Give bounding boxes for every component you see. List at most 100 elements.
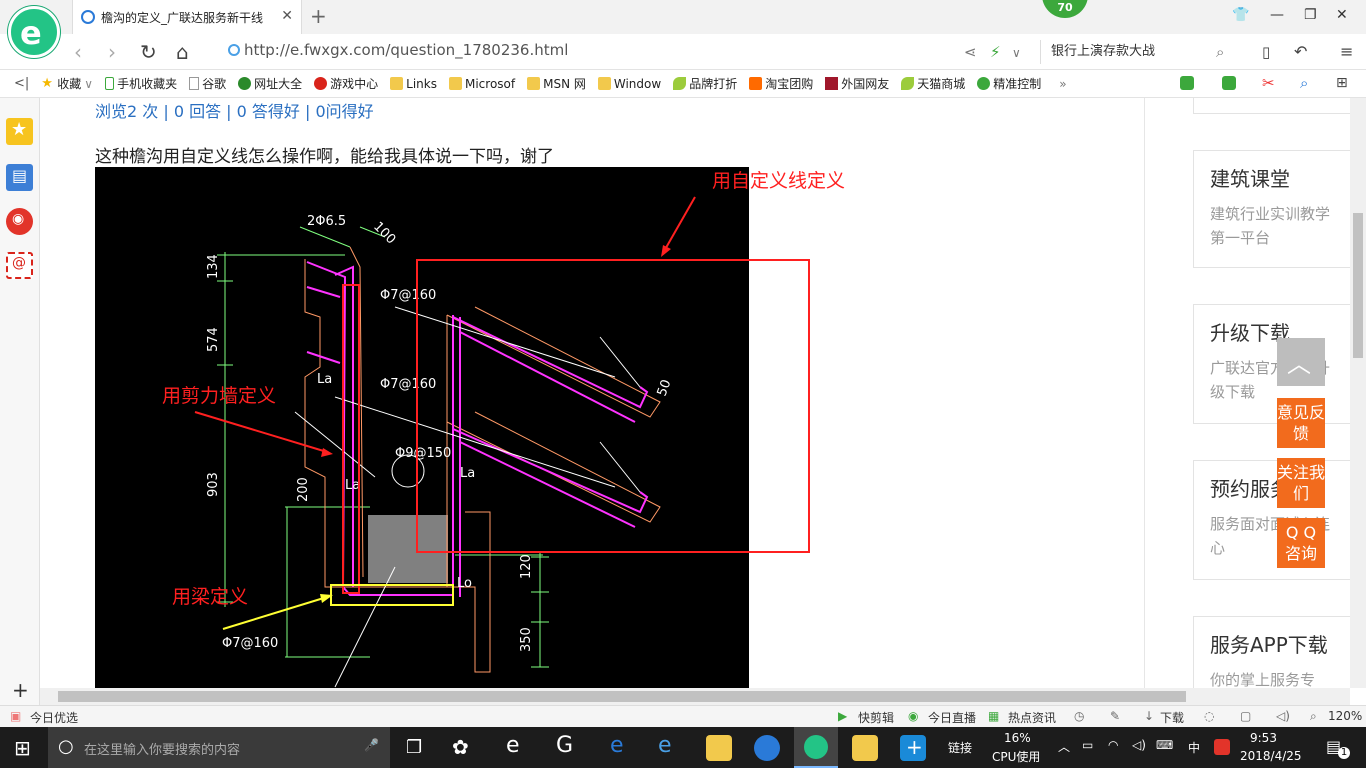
card-building-class[interactable]: 建筑课堂 建筑行业实训教学第一平台 <box>1193 150 1350 268</box>
plus-app-icon[interactable]: + <box>900 735 926 761</box>
weibo-icon[interactable]: ◉ <box>6 208 33 235</box>
fan-app-icon[interactable]: ✿ <box>452 735 469 759</box>
speed-icon[interactable]: ◷ <box>1074 709 1084 723</box>
ime-indicator[interactable]: 中 <box>1188 739 1200 756</box>
tray-expand-icon[interactable]: ︿ <box>1058 738 1070 755</box>
battery-icon[interactable]: ▭ <box>1082 738 1093 752</box>
qq-consult-button[interactable]: Q Q 咨询 <box>1277 518 1325 568</box>
new-tab-icon[interactable]: + <box>310 4 327 28</box>
bookmark-mobile[interactable]: 手机收藏夹 <box>105 75 177 92</box>
glodon-app-icon[interactable] <box>754 735 780 761</box>
more-bookmarks-icon[interactable]: » <box>1059 77 1066 91</box>
wifi-icon[interactable]: ◠ <box>1108 738 1118 752</box>
microphone-icon[interactable]: 🎤 <box>364 738 379 752</box>
tray-links[interactable]: 链接 <box>948 739 972 756</box>
browser-logo-icon[interactable]: e <box>8 6 60 58</box>
phone-icon[interactable]: ▯ <box>1262 43 1270 61</box>
undo-icon[interactable]: ↶ <box>1294 42 1307 61</box>
back-icon[interactable]: ‹ <box>74 40 82 64</box>
add-sidebar-icon[interactable]: + <box>12 678 29 702</box>
maximize-icon[interactable]: ❐ <box>1304 7 1317 23</box>
tool-icon[interactable]: ✎ <box>1110 709 1120 723</box>
collapse-sidebar-icon[interactable]: <| <box>14 76 29 91</box>
scissors-icon[interactable]: ✂ <box>1262 74 1275 92</box>
chevron-down-icon[interactable]: ∨ <box>1012 46 1021 60</box>
bookmark-tmall[interactable]: 天猫商城 <box>901 75 965 92</box>
translate-icon[interactable] <box>1222 76 1236 90</box>
keyboard-icon[interactable]: ⌨ <box>1156 738 1173 752</box>
ie-mode-icon[interactable]: ◌ <box>1204 709 1214 723</box>
bookmark-game-center[interactable]: 游戏中心 <box>314 75 378 92</box>
forward-icon[interactable]: › <box>108 40 116 64</box>
bookmark-brand-discount[interactable]: 品牌打折 <box>673 75 737 92</box>
bookmark-foreign-friends[interactable]: 外国网友 <box>825 75 889 92</box>
share-icon[interactable]: ⋖ <box>964 43 977 61</box>
bookmark-microsoft[interactable]: Microsof <box>448 77 515 91</box>
vertical-scroll-thumb[interactable] <box>1353 213 1363 358</box>
download-link[interactable]: 下载 <box>1160 709 1184 726</box>
favorites-star-icon[interactable]: ★ <box>6 118 33 145</box>
active-browser-task[interactable] <box>794 727 838 768</box>
tab-close-icon[interactable]: ✕ <box>281 8 293 24</box>
card-app-download[interactable]: 服务APP下载 你的掌上服务专 <box>1193 616 1350 688</box>
edge-blue-icon[interactable]: e <box>610 733 624 758</box>
horizontal-scrollbar[interactable] <box>40 688 1350 705</box>
clock-date[interactable]: 2018/4/25 <box>1240 749 1302 763</box>
task-view-icon[interactable]: ❐ <box>406 737 422 758</box>
search-tool-icon[interactable]: ⌕ <box>1300 74 1308 92</box>
lightning-icon[interactable]: ⚡ <box>990 43 1001 61</box>
zoom-level[interactable]: 120% <box>1328 709 1362 723</box>
shirt-skin-icon[interactable]: 👕 <box>1232 7 1249 23</box>
page-icon <box>189 77 200 90</box>
tab-bar: e 檐沟的定义_广联达服务新干线 ✕ + 70 👕 — ❐ ✕ <box>0 0 1366 58</box>
search-input[interactable]: 银行上演存款大战 <box>1040 40 1240 64</box>
apps-grid-icon[interactable]: ⊞ <box>1336 75 1348 91</box>
windows-start-icon[interactable]: ⊞ <box>14 736 31 760</box>
bookmark-links[interactable]: Links <box>390 77 437 91</box>
minimize-icon[interactable]: — <box>1270 7 1284 23</box>
quick-clip-link[interactable]: 快剪辑 <box>858 709 894 726</box>
refresh-icon[interactable]: ↻ <box>140 40 157 64</box>
bookmark-url-directory[interactable]: 网址大全 <box>238 75 302 92</box>
reader-icon[interactable]: ▤ <box>6 164 33 191</box>
shield-icon[interactable] <box>1180 76 1194 90</box>
speaker-icon[interactable]: ◁) <box>1132 738 1146 752</box>
volume-icon[interactable]: ◁) <box>1276 709 1290 723</box>
close-window-icon[interactable]: ✕ <box>1336 7 1348 23</box>
swirl-app-icon[interactable]: G <box>556 733 573 758</box>
follow-us-button[interactable]: 关注我们 <box>1277 458 1325 508</box>
vertical-scrollbar[interactable] <box>1350 98 1366 688</box>
bookmark-msn[interactable]: MSN 网 <box>527 75 586 92</box>
search-icon[interactable]: ⌕ <box>1216 43 1224 61</box>
question-stats[interactable]: 浏览2 次 | 0 回答 | 0 答得好 | 0问得好 <box>95 98 374 122</box>
notepad-app-icon[interactable] <box>852 735 878 761</box>
edge-icon[interactable]: e <box>506 733 520 758</box>
bookmark-favorites[interactable]: ★ 收藏 ∨ <box>41 75 93 92</box>
file-explorer-icon[interactable] <box>706 735 732 761</box>
cad-drawing-image[interactable]: 2Φ6.5 Φ7@160 Φ7@160 Φ9@150 Φ7@160 La La … <box>95 167 749 688</box>
sogou-ime-icon[interactable] <box>1214 739 1230 755</box>
tab-active[interactable]: 檐沟的定义_广联达服务新干线 ✕ <box>72 0 302 34</box>
clock-time[interactable]: 9:53 <box>1250 731 1277 745</box>
card-upgrade-download[interactable]: 升级下载 广联达官方指定升级下载 <box>1193 304 1350 424</box>
taskbar-search-box[interactable]: ○ 在这里输入你要搜索的内容 🎤 <box>48 727 390 768</box>
url-field[interactable]: http://e.fwxgx.com/question_1780236.html <box>228 41 568 59</box>
bookmark-precision[interactable]: 精准控制 <box>977 75 1041 92</box>
home-icon[interactable]: ⌂ <box>176 40 189 64</box>
ie-icon[interactable]: e <box>658 733 672 758</box>
today-picks-link[interactable]: 今日优选 <box>30 709 78 726</box>
back-to-top-button[interactable]: ︿ <box>1277 338 1325 386</box>
feedback-button[interactable]: 意见反馈 <box>1277 398 1325 448</box>
card-appointment-service[interactable]: 预约服务 服务面对面诚心连心 <box>1193 460 1350 580</box>
window-icon[interactable]: ▢ <box>1240 709 1251 723</box>
score-badge[interactable]: 70 <box>1042 0 1088 18</box>
email-icon[interactable]: @ <box>6 252 33 279</box>
bookmark-taobao[interactable]: 淘宝团购 <box>749 75 813 92</box>
news-link[interactable]: 热点资讯 <box>1008 709 1056 726</box>
menu-icon[interactable]: ≡ <box>1340 42 1353 61</box>
cad-label-phi7-1: Φ7@160 <box>380 288 436 303</box>
bookmark-google[interactable]: 谷歌 <box>189 75 226 92</box>
horizontal-scroll-thumb[interactable] <box>58 691 1186 702</box>
bookmark-windows[interactable]: Window <box>597 77 661 91</box>
live-link[interactable]: 今日直播 <box>928 709 976 726</box>
